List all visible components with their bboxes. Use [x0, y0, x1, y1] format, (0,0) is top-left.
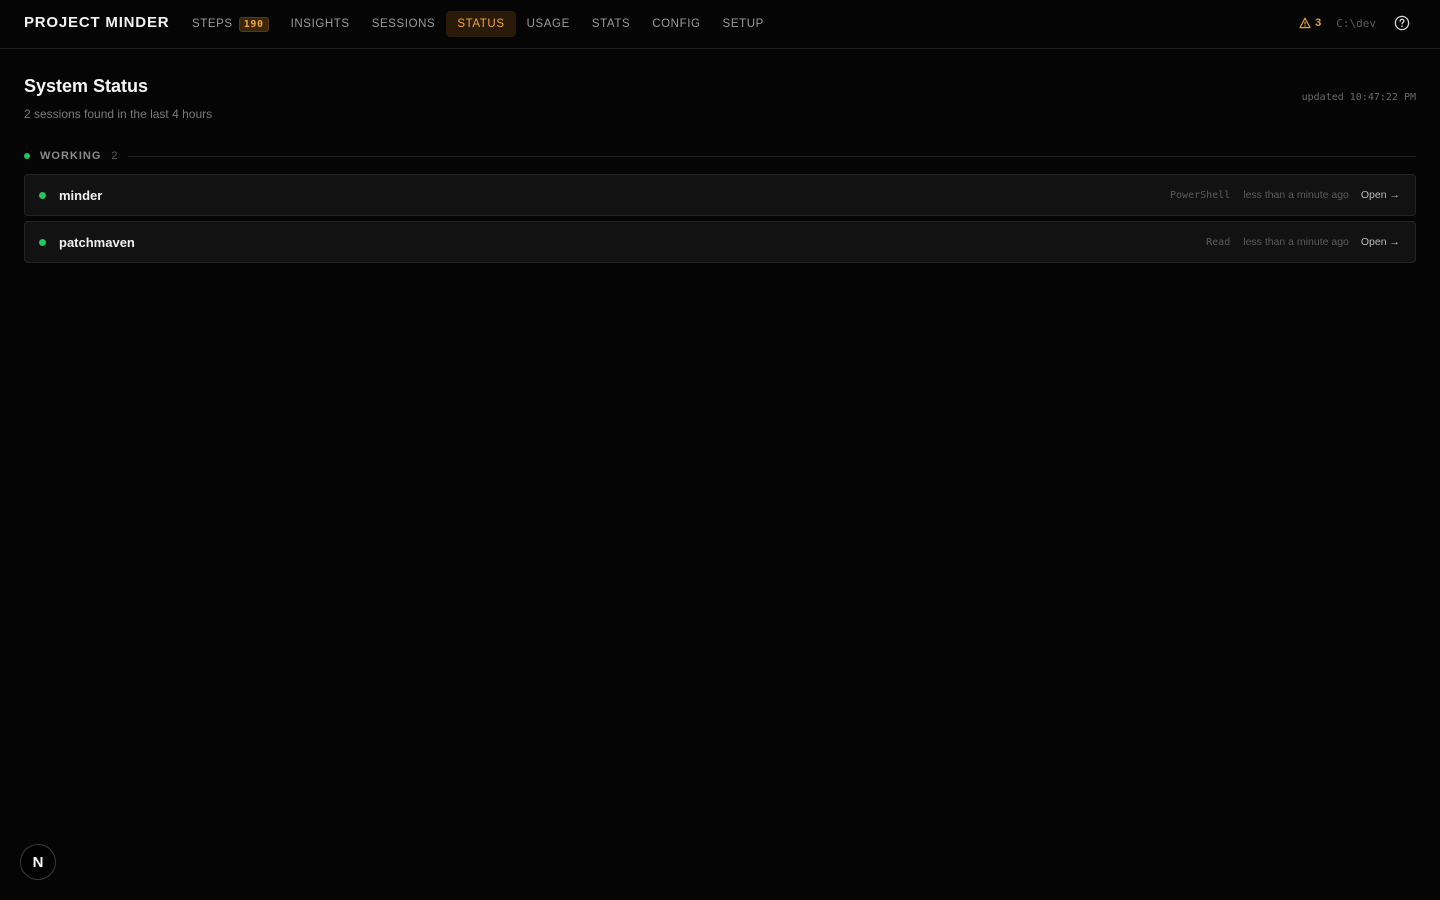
nav-item-label: STATS	[591, 18, 631, 30]
last-updated: updated 10:47:22 PM	[1301, 92, 1416, 103]
dev-tools-label: N	[32, 853, 44, 871]
session-name: patchmaven	[59, 234, 135, 250]
session-row[interactable]: minder PowerShell less than a minute ago…	[24, 174, 1416, 216]
nav-item-stats[interactable]: STATS	[581, 11, 641, 37]
section-label: WORKING	[40, 150, 102, 162]
open-session-link[interactable]: Open →	[1361, 189, 1400, 201]
nav-item-config[interactable]: CONFIG	[641, 11, 711, 37]
nav-item-label: USAGE	[526, 18, 570, 30]
nav-item-setup[interactable]: SETUP	[712, 11, 775, 37]
nav-item-label: INSIGHTS	[290, 18, 350, 30]
session-time: less than a minute ago	[1243, 236, 1349, 248]
page-subtitle: 2 sessions found in the last 4 hours	[24, 107, 213, 121]
section-count: 2	[111, 150, 118, 162]
session-row[interactable]: patchmaven Read less than a minute ago O…	[24, 221, 1416, 263]
status-dot-icon	[24, 153, 30, 159]
nav-item-label: SETUP	[722, 18, 764, 30]
warning-triangle-icon	[1299, 17, 1311, 29]
session-time: less than a minute ago	[1243, 189, 1349, 201]
status-dot-icon	[39, 238, 46, 246]
nav-item-insights[interactable]: INSIGHTS	[280, 11, 361, 37]
page-title: System Status	[24, 76, 149, 96]
nav-item-label: CONFIG	[652, 18, 701, 30]
nav-item-usage[interactable]: USAGE	[516, 11, 581, 37]
top-bar: PROJECT MINDER STEPS 190 INSIGHTS SESSIO…	[0, 0, 1440, 49]
section-divider	[127, 155, 1416, 157]
nav-item-label: STATUS	[457, 18, 505, 30]
dev-tools-button[interactable]: N	[20, 844, 56, 880]
warnings-count: 3	[1315, 17, 1322, 29]
session-meta: PowerShell less than a minute ago Open →	[1170, 189, 1415, 201]
status-dot-icon	[39, 191, 46, 199]
open-session-link[interactable]: Open →	[1361, 236, 1400, 248]
session-tool: PowerShell	[1170, 189, 1231, 201]
session-tool: Read	[1206, 236, 1231, 248]
session-name: minder	[59, 187, 103, 203]
main-nav: STEPS 190 INSIGHTS SESSIONS STATUS USAGE…	[181, 11, 775, 37]
steps-count-badge: 190	[238, 16, 269, 32]
nav-item-sessions[interactable]: SESSIONS	[361, 11, 447, 37]
session-meta: Read less than a minute ago Open →	[1206, 236, 1415, 248]
workspace-path: C:\dev	[1336, 16, 1376, 30]
nav-item-status[interactable]: STATUS	[446, 11, 516, 37]
nav-item-steps[interactable]: STEPS 190	[181, 11, 280, 37]
header-tools: 3 C:\dev	[1299, 15, 1410, 31]
warnings-button[interactable]: 3	[1299, 17, 1321, 29]
nav-item-label: SESSIONS	[371, 18, 436, 30]
app-title[interactable]: PROJECT MINDER	[24, 14, 169, 31]
help-circle-icon	[1394, 15, 1410, 31]
help-button[interactable]	[1394, 15, 1410, 31]
nav-item-label: STEPS	[192, 18, 233, 30]
section-header-working: WORKING 2	[24, 149, 1416, 163]
